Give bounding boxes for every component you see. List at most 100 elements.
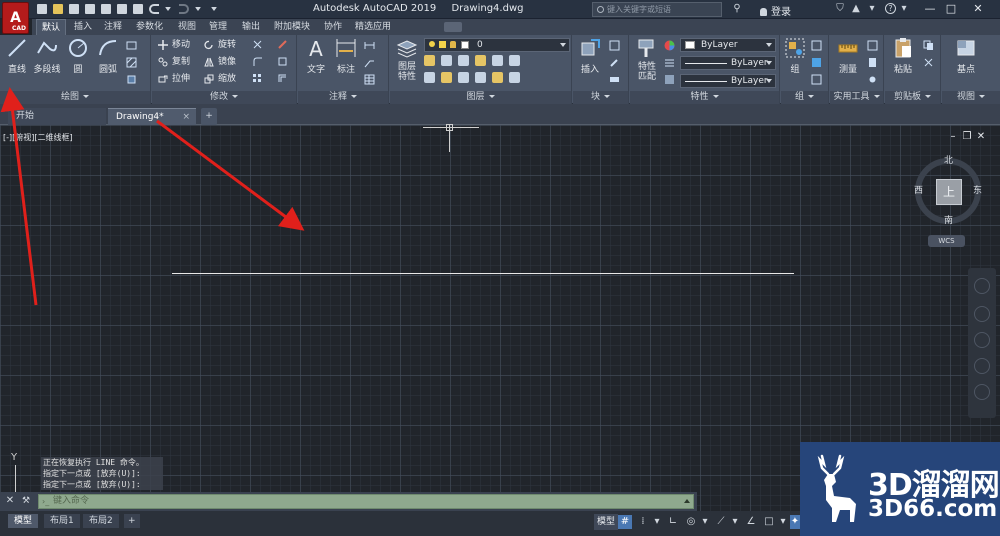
copy-tool-button[interactable]: 复制 <box>158 55 190 69</box>
insert-block-button[interactable]: 插入 <box>575 37 605 77</box>
table-icon[interactable] <box>364 74 375 85</box>
annotation-visibility-icon[interactable]: ✦ <box>790 515 800 529</box>
snap-dropdown-icon[interactable]: ▾ <box>650 515 664 529</box>
tab-addins[interactable]: 附加模块 <box>269 19 315 35</box>
steering-wheel-icon[interactable] <box>974 278 990 294</box>
color-wheel-icon[interactable] <box>664 40 675 51</box>
viewcube-top-face[interactable]: 上 <box>936 179 962 205</box>
ortho-mode-icon[interactable]: ∟ <box>666 515 680 529</box>
polyline-tool-button[interactable]: 多段线 <box>31 37 63 77</box>
new-file-icon[interactable] <box>36 3 48 15</box>
tab-view[interactable]: 视图 <box>173 19 201 35</box>
model-space-button[interactable]: 模型 <box>594 514 619 530</box>
minimize-button[interactable]: — <box>921 1 939 17</box>
fillet-icon[interactable] <box>252 56 263 67</box>
drawing-tab[interactable]: Drawing4* × <box>108 108 196 125</box>
circle-tool-button[interactable]: 圆 <box>63 37 93 77</box>
wcs-menu[interactable]: WCS <box>928 235 965 247</box>
leader-icon[interactable] <box>364 57 375 68</box>
new-layout-button[interactable]: + <box>124 514 140 528</box>
layer-unisolate-icon[interactable] <box>424 72 435 83</box>
layer-unlock-icon[interactable] <box>475 72 486 83</box>
line-tool-button[interactable]: 直线 <box>2 37 32 77</box>
layer-on-icon[interactable] <box>458 72 469 83</box>
quick-select-icon[interactable] <box>867 40 878 51</box>
save-icon[interactable] <box>68 3 80 15</box>
showmotion-icon[interactable] <box>974 384 990 400</box>
viewcube[interactable]: 上 北 南 东 西 <box>914 152 982 226</box>
close-window-button[interactable]: ✕ <box>963 1 993 17</box>
undo-dropdown-icon[interactable] <box>162 3 174 15</box>
layer-properties-button[interactable]: 图层特性 <box>392 37 422 82</box>
orbit-icon[interactable] <box>974 358 990 374</box>
dimension-tool-button[interactable]: 标注 <box>331 37 361 77</box>
viewport-controls-label[interactable]: [-][俯视][二维线框] <box>3 132 73 143</box>
application-menu-button[interactable]: A CAD <box>2 2 29 34</box>
group-edit-icon[interactable] <box>811 57 822 68</box>
utilities-panel-label[interactable]: 实用工具 <box>830 91 883 104</box>
move-tool-button[interactable]: 移动 <box>158 38 190 52</box>
viewport-close-icon[interactable]: ✕ <box>976 132 986 142</box>
point-style-icon[interactable] <box>867 74 878 85</box>
tab-manage[interactable]: 管理 <box>204 19 232 35</box>
quick-access-customize-icon[interactable] <box>208 3 220 15</box>
command-input[interactable]: 键入命令 <box>38 494 694 509</box>
create-block-icon[interactable] <box>609 40 620 51</box>
object-snap-tracking-icon[interactable]: ∠ <box>744 515 758 529</box>
tab-annotate[interactable]: 注释 <box>99 19 127 35</box>
scale-tool-button[interactable]: 缩放 <box>204 72 236 86</box>
tab-collaborate[interactable]: 协作 <box>319 19 347 35</box>
open-file-icon[interactable] <box>52 3 64 15</box>
mirror-tool-button[interactable]: 镜像 <box>204 55 236 69</box>
rectangle-icon[interactable] <box>126 40 137 51</box>
snap-mode-icon[interactable]: ⁞ <box>636 515 650 529</box>
group-select-icon[interactable] <box>811 74 822 85</box>
stretch-tool-button[interactable]: 拉伸 <box>158 72 190 86</box>
tab-output[interactable]: 输出 <box>237 19 265 35</box>
close-command-line-icon[interactable]: ✕ <box>4 495 16 507</box>
layout-tab-2[interactable]: 布局2 <box>83 514 119 528</box>
start-tab[interactable]: 开始 <box>8 108 106 125</box>
offset-icon[interactable] <box>277 73 288 84</box>
linetype-dropdown[interactable]: ByLayer <box>680 56 776 70</box>
layer-off-icon[interactable] <box>475 55 486 66</box>
help-icon[interactable]: ? <box>885 3 896 14</box>
isodraft-dropdown-icon[interactable]: ▾ <box>728 515 742 529</box>
group-button[interactable]: 组 <box>783 37 807 77</box>
lineweight-dropdown[interactable]: ByLayer <box>680 74 776 88</box>
compass-west[interactable]: 西 <box>914 183 923 196</box>
undo-icon[interactable] <box>148 3 160 15</box>
copy-clip-icon[interactable] <box>923 40 934 51</box>
object-snap-icon[interactable]: □ <box>762 515 776 529</box>
ribbon-minimize-toggle-icon[interactable] <box>444 22 462 32</box>
drawn-line-entity[interactable] <box>172 273 794 274</box>
base-view-button[interactable]: 基点 <box>948 37 984 77</box>
view-panel-label[interactable]: 视图 <box>942 91 1000 104</box>
block-attributes-icon[interactable] <box>609 74 620 85</box>
trim-icon[interactable] <box>252 39 263 50</box>
share-icon[interactable] <box>132 3 144 15</box>
match-properties-button[interactable]: 特性匹配 <box>632 37 662 82</box>
new-drawing-tab-button[interactable]: + <box>201 108 217 125</box>
object-snap-dropdown-icon[interactable]: ▾ <box>776 515 790 529</box>
restore-button[interactable]: □ <box>942 1 960 17</box>
login-button[interactable]: 登录 <box>760 3 791 18</box>
draw-panel-label[interactable]: 绘图 <box>0 91 150 104</box>
cut-icon[interactable] <box>923 57 934 68</box>
customize-command-line-icon[interactable]: ⚒ <box>20 495 32 507</box>
array-icon[interactable] <box>252 73 263 84</box>
help-dropdown-icon[interactable]: ▾ <box>898 3 910 15</box>
compass-south[interactable]: 南 <box>944 213 953 226</box>
edit-block-icon[interactable] <box>609 57 620 68</box>
layer-walk-icon[interactable] <box>509 72 520 83</box>
explode-icon[interactable] <box>277 56 288 67</box>
region-icon[interactable] <box>126 74 137 85</box>
properties-panel-label[interactable]: 特性 <box>630 91 779 104</box>
redo-dropdown-icon[interactable] <box>192 3 204 15</box>
lineweight-icon[interactable] <box>664 57 675 68</box>
pan-icon[interactable] <box>974 306 990 322</box>
layer-match-icon[interactable] <box>509 55 520 66</box>
rotate-tool-button[interactable]: 旋转 <box>204 38 236 52</box>
autodesk-store-icon[interactable]: ⛉ <box>834 3 846 15</box>
arc-tool-button[interactable]: 圆弧 <box>93 37 123 77</box>
